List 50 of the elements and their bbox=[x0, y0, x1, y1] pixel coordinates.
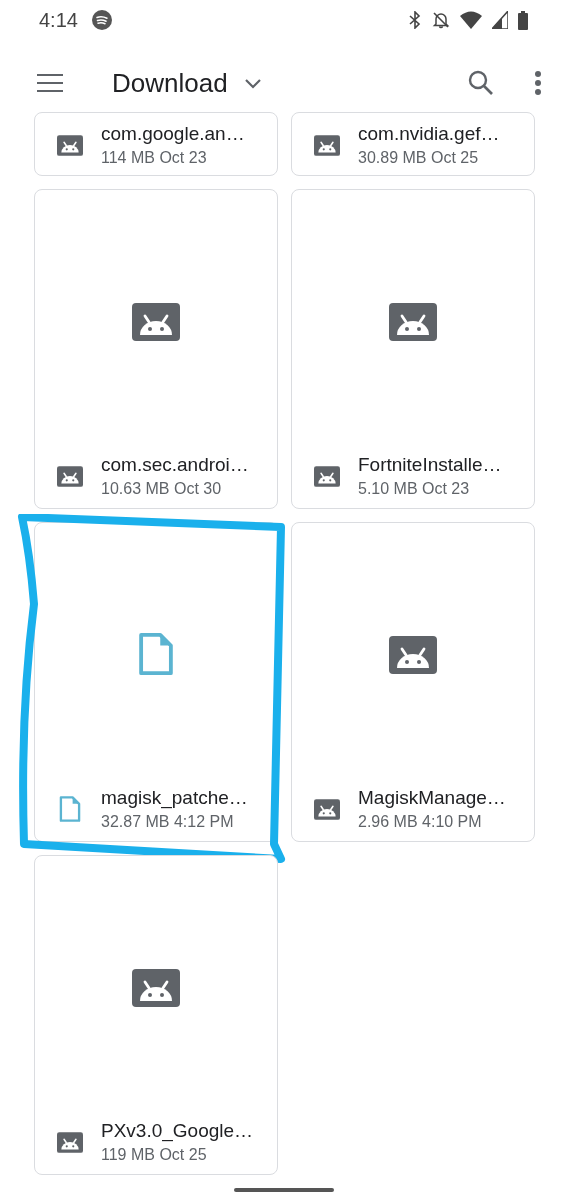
gesture-handle[interactable] bbox=[234, 1188, 334, 1192]
file-thumbnail-icon bbox=[389, 634, 437, 674]
file-name: com.sec.androi… bbox=[101, 454, 249, 476]
android-icon bbox=[57, 465, 83, 487]
android-icon bbox=[57, 1131, 83, 1153]
file-name: com.nvidia.gef… bbox=[358, 123, 500, 145]
file-thumbnail-icon bbox=[132, 301, 180, 341]
bluetooth-icon bbox=[408, 11, 422, 29]
file-card[interactable]: PXv3.0_Google… 119 MB Oct 25 bbox=[34, 855, 278, 1175]
file-name: FortniteInstalle… bbox=[358, 454, 502, 476]
file-name: PXv3.0_Google… bbox=[101, 1120, 254, 1142]
android-icon bbox=[314, 465, 340, 487]
file-name: MagiskManage… bbox=[358, 787, 506, 809]
file-details: 2.96 MB 4:10 PM bbox=[358, 813, 483, 831]
android-icon bbox=[314, 134, 340, 156]
menu-icon bbox=[36, 73, 64, 93]
search-icon bbox=[468, 70, 494, 96]
toolbar-title: Download bbox=[112, 67, 228, 99]
android-icon bbox=[57, 134, 83, 156]
signal-icon bbox=[492, 11, 508, 29]
bell-off-icon bbox=[432, 11, 450, 29]
file-details: 5.10 MB Oct 23 bbox=[358, 480, 471, 498]
search-button[interactable] bbox=[468, 70, 494, 96]
file-thumbnail-icon bbox=[139, 632, 173, 676]
file-card[interactable]: FortniteInstalle… 5.10 MB Oct 23 bbox=[291, 189, 535, 509]
file-thumbnail-icon bbox=[389, 301, 437, 341]
file-details: 114 MB Oct 23 bbox=[101, 149, 208, 167]
file-card[interactable]: magisk_patche… 32.87 MB 4:12 PM bbox=[34, 522, 278, 842]
more-options-icon bbox=[534, 70, 542, 96]
android-icon bbox=[314, 798, 340, 820]
file-name: com.google.an… bbox=[101, 123, 245, 145]
wifi-icon bbox=[460, 11, 482, 29]
more-options-button[interactable] bbox=[534, 70, 542, 96]
folder-dropdown[interactable]: Download bbox=[112, 67, 262, 99]
document-icon bbox=[57, 796, 83, 822]
battery-icon bbox=[518, 10, 528, 30]
file-details: 30.89 MB Oct 25 bbox=[358, 149, 480, 167]
file-card[interactable]: MagiskManage… 2.96 MB 4:10 PM bbox=[291, 522, 535, 842]
music-app-icon bbox=[91, 10, 112, 30]
file-card[interactable]: com.sec.androi… 10.63 MB Oct 30 bbox=[34, 189, 278, 509]
menu-button[interactable] bbox=[36, 73, 64, 93]
file-name: magisk_patche… bbox=[101, 787, 248, 809]
status-time: 4:14 bbox=[39, 8, 78, 32]
file-thumbnail-icon bbox=[132, 967, 180, 1007]
file-card[interactable]: com.google.an… 114 MB Oct 23 bbox=[34, 112, 278, 176]
file-card[interactable]: com.nvidia.gef… 30.89 MB Oct 25 bbox=[291, 112, 535, 176]
file-details: 119 MB Oct 25 bbox=[101, 1146, 208, 1164]
chevron-down-icon bbox=[243, 77, 262, 89]
file-details: 10.63 MB Oct 30 bbox=[101, 480, 223, 498]
file-details: 32.87 MB 4:12 PM bbox=[101, 813, 235, 831]
